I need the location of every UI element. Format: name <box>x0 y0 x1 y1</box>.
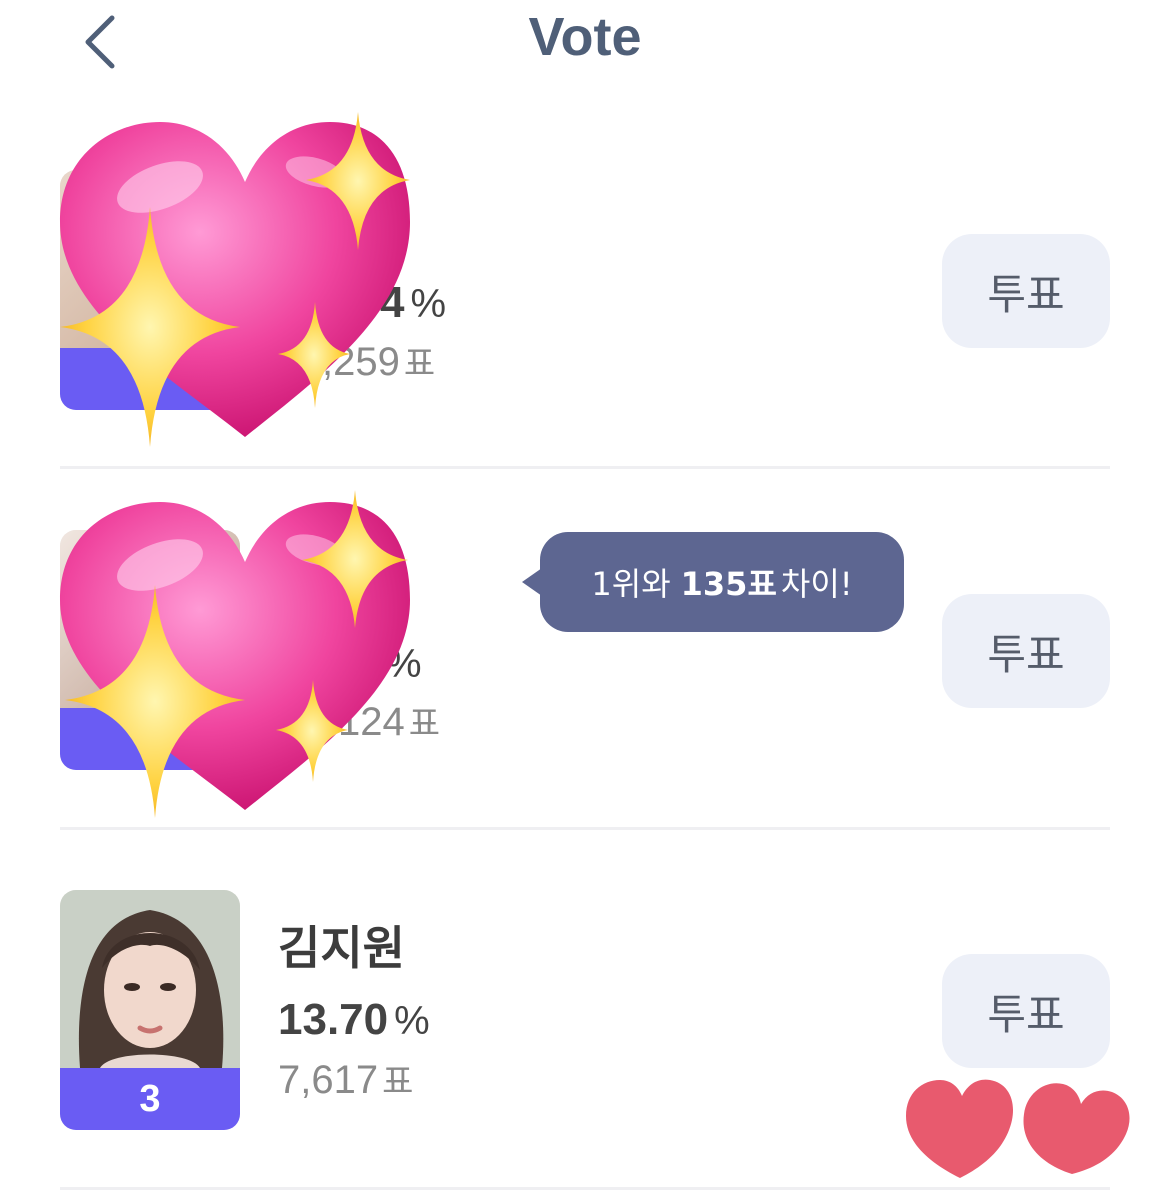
candidate-percent: % <box>380 638 422 688</box>
tooltip-prefix: 1위와 <box>591 565 671 603</box>
tooltip-suffix: 차이! <box>780 565 853 603</box>
avatar <box>60 170 240 410</box>
candidate-name: 김지원 <box>278 921 405 975</box>
tooltip-arrow <box>522 568 542 596</box>
header: Vote <box>0 0 1170 90</box>
divider <box>60 466 1110 469</box>
rank-badge: 3 <box>60 1068 240 1130</box>
votes-value: ,259 <box>322 340 400 384</box>
divider <box>60 1187 1110 1190</box>
vote-gap-tooltip: 1위와 135표 차이! <box>522 532 904 632</box>
votes-unit: 표 <box>408 704 441 744</box>
percent-value: 4 <box>380 278 405 327</box>
tooltip-diff: 135표 <box>680 565 777 603</box>
percent-value: 13.70 <box>278 995 389 1044</box>
votes-value: 124 <box>338 700 405 744</box>
candidate-votes: 7,617 표 <box>278 1054 413 1103</box>
avatar-photo <box>60 170 240 348</box>
vote-button[interactable]: 투표 <box>942 954 1110 1068</box>
candidate-row-1: 4% ,259 표 투표 <box>0 110 1170 470</box>
avatar: 3 <box>60 890 240 1130</box>
vote-button[interactable]: 투표 <box>942 594 1110 708</box>
candidate-row-2: % 124 표 투표 <box>0 470 1170 830</box>
votes-unit: 표 <box>403 344 436 384</box>
page-title: Vote <box>528 7 642 67</box>
percent-unit: % <box>394 999 430 1043</box>
percent-unit: % <box>386 642 422 686</box>
candidate-votes: ,259 표 <box>322 336 435 385</box>
avatar-photo <box>60 890 240 1068</box>
votes-value: 7,617 <box>278 1058 379 1102</box>
rank-badge <box>60 708 240 770</box>
percent-unit: % <box>410 282 447 326</box>
vote-button[interactable]: 투표 <box>942 234 1110 348</box>
candidate-votes: 124 표 <box>338 696 440 745</box>
rank-badge <box>60 348 240 410</box>
candidate-percent: 13.70% <box>278 995 430 1045</box>
candidate-percent: 4% <box>380 278 446 328</box>
avatar-photo <box>60 530 240 708</box>
votes-unit: 표 <box>382 1062 414 1102</box>
candidate-row-3: 3 김지원 13.70% 7,617 표 투표 <box>0 830 1170 1190</box>
avatar <box>60 530 240 770</box>
